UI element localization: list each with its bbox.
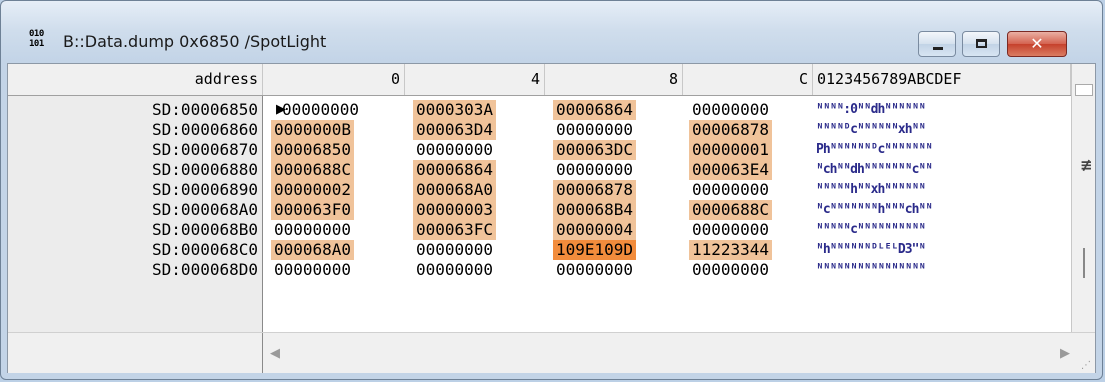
vertical-scrollbar[interactable]: ≢ [1071, 64, 1095, 332]
dump-row: 00000000 000063FC 00000004 00000000 [8, 220, 813, 240]
memory-cell[interactable]: 00006878 [553, 180, 637, 200]
header-ascii[interactable]: 0123456789ABCDEF [813, 64, 1071, 95]
memory-cell[interactable]: 0000000B [271, 120, 355, 140]
memory-cell[interactable]: 00006864 [413, 160, 497, 180]
memory-cell[interactable]: 11223344 [689, 240, 773, 260]
dump-row: 00000000 0000303A 00006864 00000000 [8, 100, 813, 120]
memory-cell[interactable]: 00000002 [271, 180, 355, 200]
dump-row: 0000688C 00006864 00000000 000063E4 [8, 160, 813, 180]
header-col-4[interactable]: 4 [405, 64, 545, 95]
ascii-cell[interactable]: ᴺᴺᴺᴺ:0ᴺᴺdhᴺᴺᴺᴺᴺᴺ [816, 100, 926, 120]
memory-cell[interactable]: 00000001 [689, 140, 773, 160]
ascii-cell[interactable]: ᴺᴺᴺᴺᴺhᴺᴺxhᴺᴺᴺᴺᴺᴺ [816, 180, 926, 200]
ascii-cell[interactable]: ᴺᴺᴺᴺᴺcᴺᴺᴺᴺᴺᴺᴺᴺᴺᴺ [816, 220, 926, 240]
ascii-cell[interactable]: ᴺᴺᴺᴺᴺᴺᴺᴺᴺᴺᴺᴺᴺᴺᴺᴺ [816, 260, 926, 280]
address-input[interactable] [8, 333, 263, 373]
dump-row: 00000002 000068A0 00006878 00000000 [8, 180, 813, 200]
scroll-grip-icon[interactable]: ≢ [1080, 156, 1093, 174]
memory-cell[interactable]: 0000688C [271, 160, 355, 180]
memory-cell[interactable]: 00000000 [689, 220, 772, 240]
memory-cell[interactable]: 00006850 [271, 140, 355, 160]
memory-cell[interactable]: 000063FC [413, 220, 497, 240]
ascii-cell[interactable]: ᴺhᴺᴺᴺᴺᴺᴺᴰᴸᴱᴸD3"ᴺ [816, 240, 926, 260]
memory-cell[interactable]: 00000004 [553, 220, 637, 240]
dump-row: 0000000B 000063D4 00000000 00006878 [8, 120, 813, 140]
memory-cell[interactable]: 00000000 [413, 240, 496, 260]
title-bar[interactable]: 010 101 B::Data.dump 0x6850 /SpotLight ✕ [1, 1, 1102, 59]
memory-cell[interactable]: 000063DC [553, 140, 637, 160]
memory-cell[interactable]: 00000000 [689, 260, 772, 280]
memory-cell[interactable]: 00000000 [689, 180, 772, 200]
memory-cell[interactable]: 000063F0 [271, 200, 355, 220]
footer-bar: ◀ ▶ ⋰ [8, 332, 1095, 373]
column-header: address 0 4 8 C 0123456789ABCDEF [8, 64, 1071, 96]
memory-cell[interactable]: 109E109D [553, 240, 637, 260]
dump-row: 000063F0 00000003 000068B4 0000688C [8, 200, 813, 220]
resize-grip-icon[interactable]: ⋰ [1081, 360, 1091, 371]
memory-cell[interactable]: 00000003 [413, 200, 497, 220]
dump-row: 000068A0 00000000 109E109D 11223344 [8, 240, 813, 260]
memory-cell[interactable]: 000063E4 [689, 160, 773, 180]
memory-cell[interactable]: 00000000 [553, 120, 636, 140]
scroll-thumb[interactable] [1075, 84, 1093, 96]
minimize-icon [933, 47, 943, 50]
header-address[interactable]: address [8, 64, 263, 95]
memory-cell[interactable]: 00000000 [689, 100, 772, 120]
ascii-cell[interactable]: ᴺᴺᴺᴺᴰcᴺᴺᴺᴺᴺᴺxhᴺᴺ [816, 120, 926, 140]
memory-cell[interactable]: 00000000 [553, 160, 636, 180]
ascii-cell[interactable]: Phᴺᴺᴺᴺᴺᴺᴰcᴺᴺᴺᴺᴺᴺᴺ [816, 140, 933, 160]
memory-cell[interactable]: 00006864 [553, 100, 637, 120]
memory-cell[interactable]: 000068A0 [271, 240, 355, 260]
memory-cell[interactable]: 00000000 [279, 100, 362, 120]
memory-cell[interactable]: 000068B4 [553, 200, 637, 220]
header-col-c[interactable]: C [683, 64, 813, 95]
memory-cell[interactable]: 00000000 [413, 140, 496, 160]
horizontal-scrollbar[interactable]: ◀ ▶ [270, 343, 1070, 365]
header-col-8[interactable]: 8 [545, 64, 683, 95]
dump-row: 00000000 00000000 00000000 00000000 [8, 260, 813, 280]
close-icon: ✕ [1030, 34, 1044, 53]
memory-cell[interactable]: 000063D4 [413, 120, 497, 140]
dump-row: 00006850 00000000 000063DC 00000001 [8, 140, 813, 160]
maximize-button[interactable] [962, 31, 1000, 57]
scroll-left-icon[interactable]: ◀ [270, 343, 280, 365]
dump-window: 010 101 B::Data.dump 0x6850 /SpotLight ✕ … [0, 0, 1103, 380]
data-dump-icon: 010 101 [29, 29, 44, 49]
dump-view[interactable]: address 0 4 8 C 0123456789ABCDEF SD:0000… [7, 63, 1096, 373]
memory-cell[interactable]: 0000688C [689, 200, 773, 220]
memory-cell[interactable]: 00000000 [553, 260, 636, 280]
ascii-cell[interactable]: ᴺcᴺᴺᴺᴺᴺᴺᴺhᴺᴺᴺchᴺᴺ [816, 200, 933, 220]
memory-cell[interactable]: 00000000 [271, 220, 354, 240]
memory-cell[interactable]: 00006878 [689, 120, 773, 140]
minimize-button[interactable] [918, 31, 956, 57]
memory-cell[interactable]: 00000000 [271, 260, 354, 280]
header-col-0[interactable]: 0 [263, 64, 405, 95]
memory-cell[interactable]: 000068A0 [413, 180, 497, 200]
memory-cell[interactable]: 0000303A [413, 100, 497, 120]
close-button[interactable]: ✕ [1007, 31, 1067, 57]
memory-cell[interactable]: 00000000 [413, 260, 496, 280]
scroll-right-icon[interactable]: ▶ [1060, 343, 1070, 365]
maximize-icon [976, 39, 987, 48]
ascii-cell[interactable]: ᴺchᴺᴺdhᴺᴺᴺᴺᴺᴺᴺcᴺᴺ [816, 160, 933, 180]
scroll-position-marker[interactable] [1083, 248, 1085, 278]
window-title: B::Data.dump 0x6850 /SpotLight [63, 32, 327, 51]
